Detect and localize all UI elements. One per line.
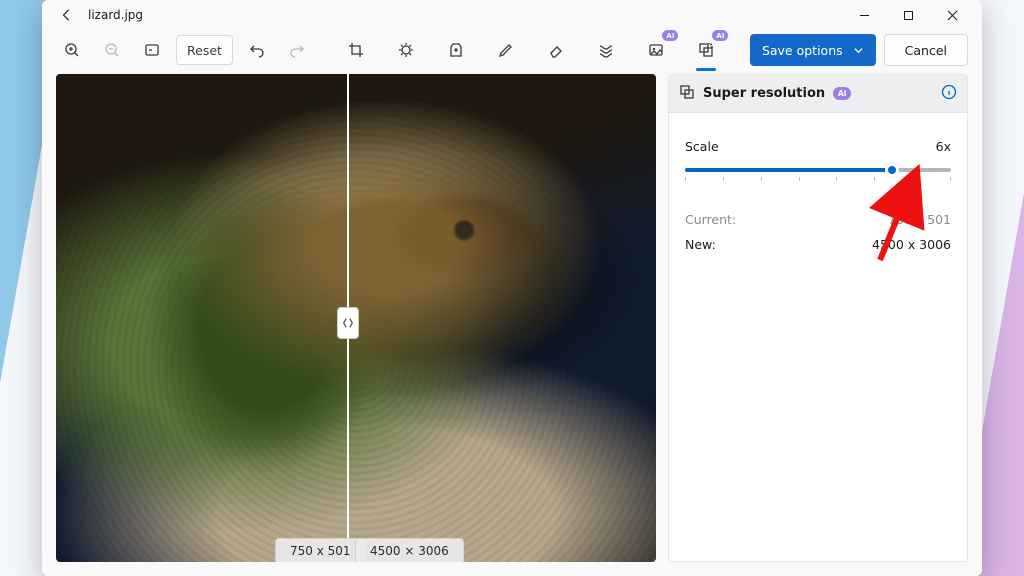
- new-dim-label: New:: [685, 237, 716, 252]
- scale-slider[interactable]: [685, 160, 951, 190]
- side-panel: Super resolution AI Scale 6x Cur: [668, 74, 968, 562]
- image-canvas[interactable]: 750 x 501 4500 × 3006: [56, 74, 656, 562]
- upscaled-dimensions-label: 4500 × 3006: [355, 538, 464, 562]
- comparison-handle[interactable]: [337, 307, 359, 339]
- comparison-divider[interactable]: [347, 74, 349, 562]
- undo-button[interactable]: [241, 35, 273, 65]
- maximize-button[interactable]: [886, 0, 930, 30]
- background-tool[interactable]: [590, 35, 622, 65]
- close-button[interactable]: [930, 0, 974, 30]
- current-dim-value: 750 x 501: [888, 212, 951, 227]
- generative-tool[interactable]: AI: [640, 35, 672, 65]
- redo-button[interactable]: [281, 35, 313, 65]
- ai-badge-icon: AI: [712, 30, 728, 41]
- titlebar: lizard.jpg: [42, 0, 982, 30]
- filter-tool[interactable]: [440, 35, 472, 65]
- panel-body: Scale 6x Current: 750 x 501 New: 4500 x …: [669, 113, 967, 274]
- markup-tool[interactable]: [490, 35, 522, 65]
- panel-title: Super resolution: [703, 86, 825, 101]
- new-dim-value: 4500 x 3006: [872, 237, 951, 252]
- toolbar: Reset A: [42, 30, 982, 70]
- save-options-label: Save options: [762, 43, 843, 58]
- main-area: 750 x 501 4500 × 3006 Super resolution A…: [42, 70, 982, 576]
- zoom-in-button[interactable]: [56, 35, 88, 65]
- minimize-button[interactable]: [842, 0, 886, 30]
- back-button[interactable]: [56, 8, 78, 22]
- panel-header: Super resolution AI: [669, 75, 967, 113]
- fit-button[interactable]: [136, 35, 168, 65]
- erase-tool[interactable]: [540, 35, 572, 65]
- file-name: lizard.jpg: [88, 8, 143, 22]
- super-resolution-tool[interactable]: AI: [690, 35, 722, 65]
- ai-badge-icon: AI: [662, 30, 678, 41]
- scale-value: 6x: [936, 139, 951, 154]
- adjust-tool[interactable]: [390, 35, 422, 65]
- current-dim-label: Current:: [685, 212, 736, 227]
- original-dimensions-label: 750 x 501: [275, 538, 366, 562]
- reset-button[interactable]: Reset: [176, 35, 233, 65]
- crop-tool[interactable]: [340, 35, 372, 65]
- cancel-button[interactable]: Cancel: [884, 34, 968, 66]
- super-resolution-icon: [679, 84, 695, 104]
- info-icon[interactable]: [941, 84, 957, 104]
- save-options-button[interactable]: Save options: [750, 34, 876, 66]
- scale-label: Scale: [685, 139, 719, 154]
- zoom-out-button[interactable]: [96, 35, 128, 65]
- ai-badge-icon: AI: [833, 87, 851, 100]
